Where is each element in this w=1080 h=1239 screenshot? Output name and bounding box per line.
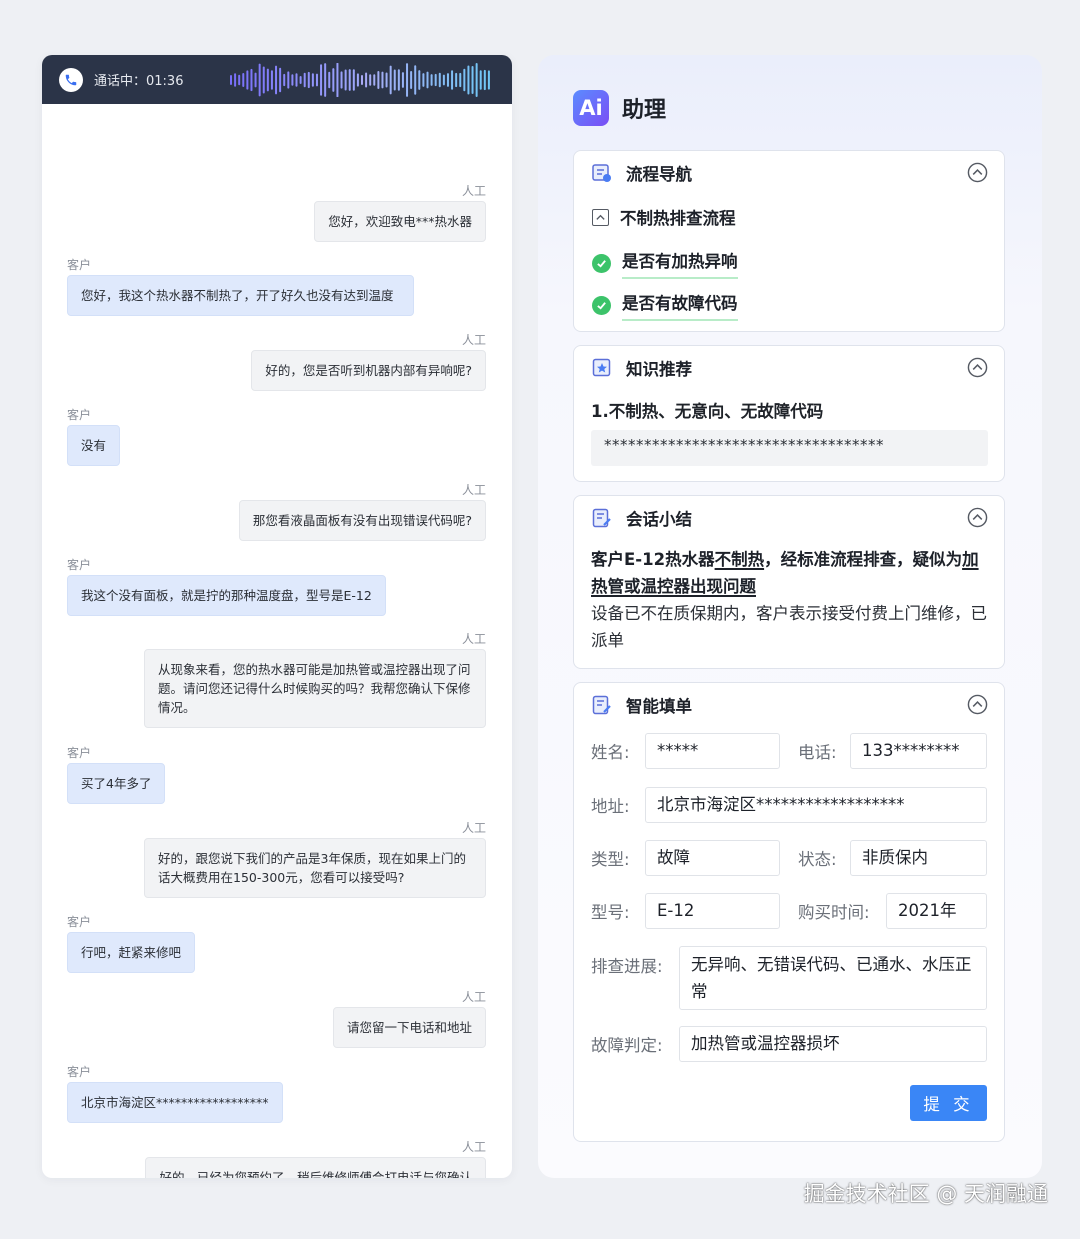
address-field[interactable]: 北京市海淀区****************** xyxy=(645,787,987,823)
role-label-customer: 客户 xyxy=(67,258,92,272)
summary-part: ，经标准流程排查，疑似为 xyxy=(764,550,963,569)
role-label-agent: 人工 xyxy=(461,990,486,1004)
chat-panel: 通话中：01:36 人工 您好，欢迎致电***热水器 客户 您好，我这个热水器不… xyxy=(42,55,512,1178)
customer-message: 我这个没有面板，就是拧的那种温度盘，型号是E-12 xyxy=(67,575,386,616)
address-label: 地址: xyxy=(591,797,630,816)
role-label-agent: 人工 xyxy=(461,483,486,497)
agent-message: 好的，跟您说下我们的产品是3年保质，现在如果上门的话大概费用在150-300元，… xyxy=(144,838,486,898)
flow-navigation-card: 流程导航 不制热排查流程 是否有加热异响 是否有故障代码 xyxy=(573,150,1005,332)
summary-part: 客户E-12热水器 xyxy=(591,550,715,569)
role-label-customer: 客户 xyxy=(67,1065,92,1079)
watermark: 掘金技术社区 @ 天润融通 xyxy=(803,1182,1048,1206)
flow-step[interactable]: 是否有加热异响 xyxy=(592,248,738,279)
card-title: 流程导航 xyxy=(626,165,692,184)
type-label: 类型: xyxy=(591,850,630,869)
knowledge-content: *********************************** xyxy=(591,430,988,466)
card-title: 智能填单 xyxy=(626,697,692,716)
summary-icon xyxy=(592,508,612,528)
call-status-text: 通话中：01:36 xyxy=(94,74,184,89)
assistant-panel: Ai 助理 流程导航 不制热排查流程 是否有加热异响 是否有故障代码 知识推荐 … xyxy=(538,55,1042,1178)
purchase-time-label: 购买时间: xyxy=(798,903,870,922)
knowledge-card: 知识推荐 1.不制热、无意向、无故障代码 *******************… xyxy=(573,345,1005,482)
customer-message: 北京市海淀区****************** xyxy=(67,1082,283,1123)
ai-logo-icon: Ai xyxy=(573,90,609,126)
customer-message: 行吧，赶紧来修吧 xyxy=(67,932,196,973)
flow-icon xyxy=(592,163,612,183)
summary-highlight: 不制热 xyxy=(714,550,765,569)
collapse-icon[interactable] xyxy=(967,162,988,183)
flow-root[interactable]: 不制热排查流程 xyxy=(592,205,736,229)
role-label-customer: 客户 xyxy=(67,408,92,422)
chevron-up-icon[interactable] xyxy=(592,208,609,226)
audio-waveform-icon xyxy=(230,62,491,97)
call-status-bar: 通话中：01:36 xyxy=(42,55,512,104)
collapse-icon[interactable] xyxy=(967,694,988,715)
judgment-label: 故障判定: xyxy=(591,1036,663,1055)
knowledge-item-title[interactable]: 1.不制热、无意向、无故障代码 xyxy=(591,398,823,422)
agent-message: 从现象来看，您的热水器可能是加热管或温控器出现了问题。请问您还记得什么时候购买的… xyxy=(144,649,486,728)
phone-icon[interactable] xyxy=(59,67,83,92)
check-icon xyxy=(592,296,611,315)
role-label-customer: 客户 xyxy=(67,915,92,929)
flow-step[interactable]: 是否有故障代码 xyxy=(592,290,738,321)
model-label: 型号: xyxy=(591,903,630,922)
summary-text: 客户E-12热水器不制热，经标准流程排查，疑似为加热管或温控器出现问题 设备已不… xyxy=(591,546,991,654)
customer-message: 您好，我这个热水器不制热了，开了好久也没有达到温度 xyxy=(67,275,414,316)
agent-message: 好的，您是否听到机器内部有异响呢? xyxy=(251,350,486,391)
role-label-agent: 人工 xyxy=(461,333,486,347)
phone-field[interactable]: 133******** xyxy=(850,733,987,769)
model-field[interactable]: E-12 xyxy=(645,893,780,929)
agent-message: 好的，已经为您预约了，稍后维修师傅会打电话与您确认 xyxy=(145,1157,486,1178)
form-icon xyxy=(592,695,612,715)
role-label-customer: 客户 xyxy=(67,746,92,760)
check-icon xyxy=(592,254,611,273)
submit-button[interactable]: 提 交 xyxy=(910,1085,987,1121)
assistant-header: Ai 助理 xyxy=(573,90,666,126)
agent-message: 您好，欢迎致电***热水器 xyxy=(314,201,486,242)
collapse-icon[interactable] xyxy=(967,507,988,528)
role-label-customer: 客户 xyxy=(67,558,92,572)
judgment-field[interactable]: 加热管或温控器损坏 xyxy=(679,1026,987,1062)
flow-root-label: 不制热排查流程 xyxy=(620,209,736,228)
phone-label: 电话: xyxy=(798,743,837,762)
purchase-time-field[interactable]: 2021年 xyxy=(886,893,987,929)
role-label-agent: 人工 xyxy=(461,632,486,646)
smart-form-card: 智能填单 姓名: ***** 电话: 133******** 地址: 北京市海淀… xyxy=(573,682,1005,1142)
role-label-agent: 人工 xyxy=(461,1140,486,1154)
assistant-title: 助理 xyxy=(622,98,667,123)
agent-message: 那您看液晶面板有没有出现错误代码呢? xyxy=(238,500,486,541)
name-label: 姓名: xyxy=(591,743,630,762)
state-label: 状态: xyxy=(798,850,837,869)
customer-message: 没有 xyxy=(67,425,121,466)
customer-message: 买了4年多了 xyxy=(67,763,166,804)
progress-field[interactable]: 无异响、无错误代码、已通水、水压正常 xyxy=(679,946,987,1010)
role-label-agent: 人工 xyxy=(461,821,486,835)
type-field[interactable]: 故障 xyxy=(645,840,780,876)
role-label-agent: 人工 xyxy=(461,184,486,198)
flow-step-label: 是否有加热异响 xyxy=(622,248,738,279)
knowledge-icon xyxy=(592,358,612,378)
card-title: 知识推荐 xyxy=(626,360,692,379)
card-title: 会话小结 xyxy=(626,510,692,529)
progress-label: 排查进展: xyxy=(591,957,663,976)
summary-detail: 设备已不在质保期内，客户表示接受付费上门维修，已派单 xyxy=(591,604,987,650)
flow-step-label: 是否有故障代码 xyxy=(622,290,738,321)
name-field[interactable]: ***** xyxy=(645,733,780,769)
state-field[interactable]: 非质保内 xyxy=(850,840,987,876)
summary-card: 会话小结 客户E-12热水器不制热，经标准流程排查，疑似为加热管或温控器出现问题… xyxy=(573,495,1005,669)
collapse-icon[interactable] xyxy=(967,357,988,378)
agent-message: 请您留一下电话和地址 xyxy=(332,1007,486,1048)
